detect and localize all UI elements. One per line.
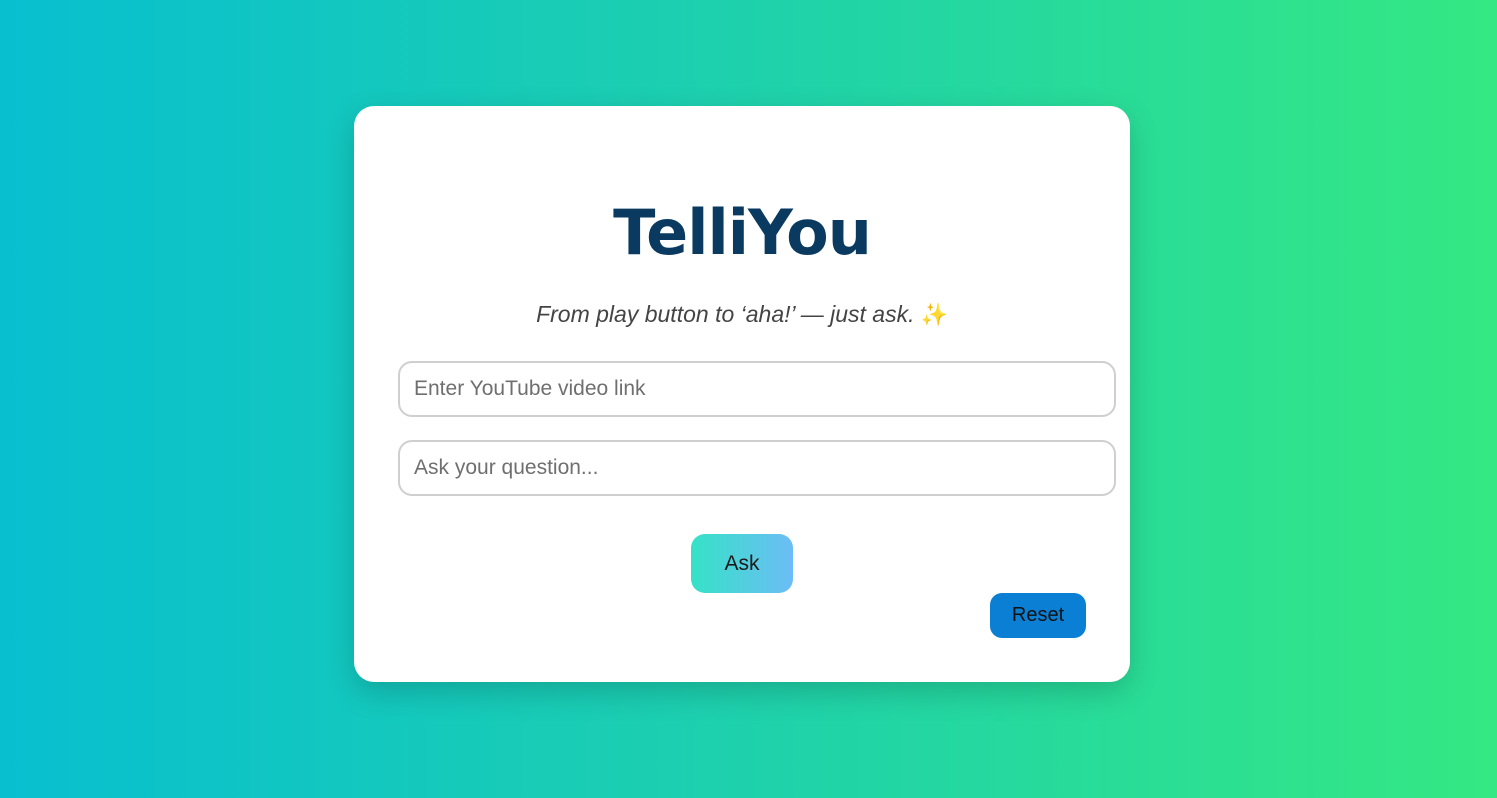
main-card: TelliYou From play button to ‘aha!’ — ju… xyxy=(354,106,1130,682)
video-link-input[interactable] xyxy=(398,361,1116,417)
reset-button[interactable]: Reset xyxy=(990,593,1086,638)
app-title: TelliYou xyxy=(613,196,872,269)
tagline-text: From play button to ‘aha!’ — just ask. xyxy=(536,301,915,327)
ask-button[interactable]: Ask xyxy=(691,534,793,593)
question-input[interactable] xyxy=(398,440,1116,496)
sparkles-icon: ✨ xyxy=(920,302,948,327)
tagline: From play button to ‘aha!’ — just ask. ✨ xyxy=(354,299,1130,330)
